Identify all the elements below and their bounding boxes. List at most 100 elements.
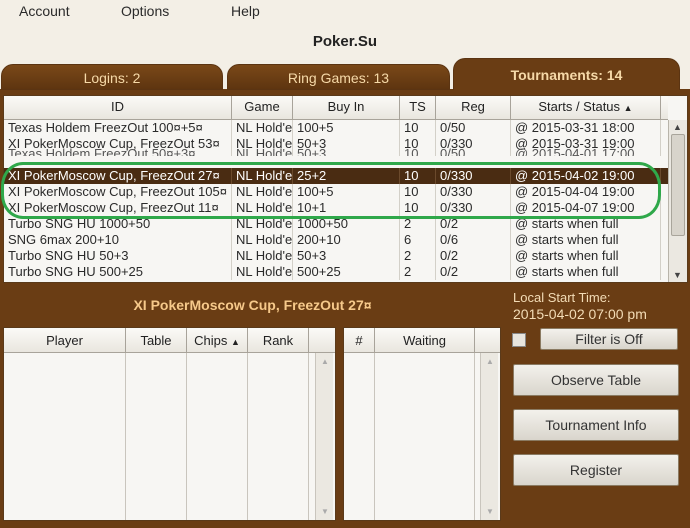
scrollbar-thumb[interactable] <box>671 134 685 236</box>
players-scrollbar[interactable]: ▲ ▼ <box>315 353 333 520</box>
scroll-up-icon[interactable]: ▲ <box>321 357 329 366</box>
table-row[interactable]: Texas Holdem FreezOut 100¤+5¤NL Hold'em1… <box>4 120 668 136</box>
col-header-game[interactable]: Game <box>232 96 293 120</box>
table-row[interactable]: SNG 6max 200+10NL Hold'em200+1060/6@ sta… <box>4 232 668 248</box>
number-column <box>344 353 375 520</box>
selected-tournament-title: XI PokerMoscow Cup, FreezOut 27¤ <box>133 297 372 313</box>
cell-id: XI PokerMoscow Cup, FreezOut 105¤ <box>4 184 232 200</box>
scroll-down-icon[interactable]: ▼ <box>486 507 494 516</box>
cell-ts: 2 <box>400 264 436 280</box>
cell-buyin: 200+10 <box>293 232 400 248</box>
cell-reg: 0/330 <box>436 200 511 216</box>
cell-ts: 10 <box>400 168 436 184</box>
cell-id: Texas Holdem FreezOut 50¤+3¤ <box>4 146 232 156</box>
col-header-starts[interactable]: Starts / Status ▲ <box>511 96 661 120</box>
cell-starts: @ 2015-04-04 19:00 <box>511 184 661 200</box>
player-column <box>4 353 126 520</box>
cell-game: NL Hold'em <box>232 216 293 232</box>
scroll-down-icon[interactable]: ▼ <box>673 270 682 280</box>
table-row[interactable]: XI PokerMoscow Cup, FreezOut 105¤ NL Hold… <box>4 184 668 200</box>
tournament-table: ID Game Buy In TS Reg Starts / Status ▲ … <box>3 95 688 283</box>
local-start-label: Local Start Time: <box>513 290 611 305</box>
cell-game: NL Hold'em <box>232 120 293 136</box>
cell-ts: 10 <box>400 146 436 156</box>
cell-starts: @ 2015-04-07 19:00 <box>511 200 661 216</box>
col-header-chips[interactable]: Chips ▲ <box>187 328 248 353</box>
cell-starts: @ 2015-03-31 18:00 <box>511 120 661 136</box>
table-row[interactable]: Texas Holdem FreezOut 50¤+3¤NL Hold'em50… <box>4 146 668 156</box>
cell-game: NL Hold'em <box>232 264 293 280</box>
table-row[interactable]: Turbo SNG HU 1000+50NL Hold'em1000+5020/… <box>4 216 668 232</box>
cell-reg: 0/50 <box>436 146 511 156</box>
header-corner <box>475 328 500 353</box>
filter-checkbox[interactable] <box>512 333 526 347</box>
col-header-number[interactable]: # <box>344 328 375 353</box>
tab-ring-games[interactable]: Ring Games: 13 <box>227 64 450 90</box>
cell-id: XI PokerMoscow Cup, FreezOut 11¤ <box>4 200 232 216</box>
table-row[interactable]: Turbo SNG HU 500+25NL Hold'em500+2520/2@… <box>4 264 668 280</box>
header-corner <box>309 328 335 353</box>
cell-reg: 0/330 <box>436 184 511 200</box>
players-table: Player Table Chips ▲ Rank ▲ ▼ <box>3 327 336 521</box>
register-button[interactable]: Register <box>513 454 679 486</box>
table-column <box>126 353 187 520</box>
cell-game: NL Hold'em <box>232 168 293 184</box>
cell-game: NL Hold'em <box>232 232 293 248</box>
menu-account[interactable]: Account <box>19 3 70 19</box>
cell-starts: @ starts when full <box>511 248 661 264</box>
table-row[interactable]: XI PokerMoscow Cup, FreezOut 11¤ NL Hold'… <box>4 200 668 216</box>
cell-id: SNG 6max 200+10 <box>4 232 232 248</box>
cell-ts: 10 <box>400 184 436 200</box>
table-row[interactable]: XI PokerMoscow Cup, FreezOut 27¤ NL Hold'… <box>4 168 668 184</box>
cell-buyin: 50+3 <box>293 248 400 264</box>
menu-help[interactable]: Help <box>231 3 260 19</box>
col-header-table[interactable]: Table <box>126 328 187 353</box>
cell-starts: @ 2015-04-02 19:00 <box>511 168 661 184</box>
cell-game: NL Hold'em <box>232 184 293 200</box>
cell-ts: 10 <box>400 200 436 216</box>
cell-ts: 2 <box>400 216 436 232</box>
col-header-starts-label: Starts / Status <box>538 99 621 114</box>
cell-buyin: 10+1 <box>293 200 400 216</box>
menu-bar: Account Options Help <box>0 0 690 22</box>
col-header-waiting[interactable]: Waiting <box>375 328 475 353</box>
tab-tournaments[interactable]: Tournaments: 14 <box>453 58 680 90</box>
filter-button[interactable]: Filter is Off <box>540 328 678 350</box>
tournament-table-scrollbar[interactable]: ▲ ▼ <box>668 120 687 282</box>
tab-logins[interactable]: Logins: 2 <box>1 64 223 90</box>
col-header-id[interactable]: ID <box>4 96 232 120</box>
cell-starts: @ 2015-04-01 17:00 <box>511 146 661 156</box>
col-header-reg[interactable]: Reg <box>436 96 511 120</box>
menu-options[interactable]: Options <box>121 3 169 19</box>
cell-buyin: 500+25 <box>293 264 400 280</box>
cell-buyin: 1000+50 <box>293 216 400 232</box>
observe-table-button[interactable]: Observe Table <box>513 364 679 396</box>
rank-column <box>248 353 309 520</box>
scroll-down-icon[interactable]: ▼ <box>321 507 329 516</box>
sort-ascending-icon: ▲ <box>623 103 633 113</box>
col-header-ts[interactable]: TS <box>400 96 436 120</box>
cell-game: NL Hold'em <box>232 248 293 264</box>
scroll-up-icon[interactable]: ▲ <box>673 122 682 132</box>
cell-buyin: 50+3 <box>293 146 400 156</box>
waiting-scrollbar[interactable]: ▲ ▼ <box>480 353 498 520</box>
cell-buyin: 100+5 <box>293 184 400 200</box>
cell-reg: 0/2 <box>436 248 511 264</box>
tournament-info-button[interactable]: Tournament Info <box>513 409 679 441</box>
col-header-rank[interactable]: Rank <box>248 328 309 353</box>
cell-buyin: 100+5 <box>293 120 400 136</box>
col-header-player[interactable]: Player <box>4 328 126 353</box>
cell-ts: 10 <box>400 120 436 136</box>
chips-column <box>187 353 248 520</box>
local-start-value: 2015-04-02 07:00 pm <box>513 306 647 322</box>
table-row[interactable]: Turbo SNG HU 50+3NL Hold'em50+320/2@ sta… <box>4 248 668 264</box>
cell-reg: 0/2 <box>436 216 511 232</box>
scroll-up-icon[interactable]: ▲ <box>486 357 494 366</box>
cell-starts: @ starts when full <box>511 264 661 280</box>
cell-ts: 6 <box>400 232 436 248</box>
cell-id: XI PokerMoscow Cup, FreezOut 27¤ <box>4 168 232 184</box>
cell-game: NL Hold'em <box>232 146 293 156</box>
waiting-table: # Waiting ▲ ▼ <box>343 327 501 521</box>
col-header-buyin[interactable]: Buy In <box>293 96 400 120</box>
cell-id: Turbo SNG HU 50+3 <box>4 248 232 264</box>
